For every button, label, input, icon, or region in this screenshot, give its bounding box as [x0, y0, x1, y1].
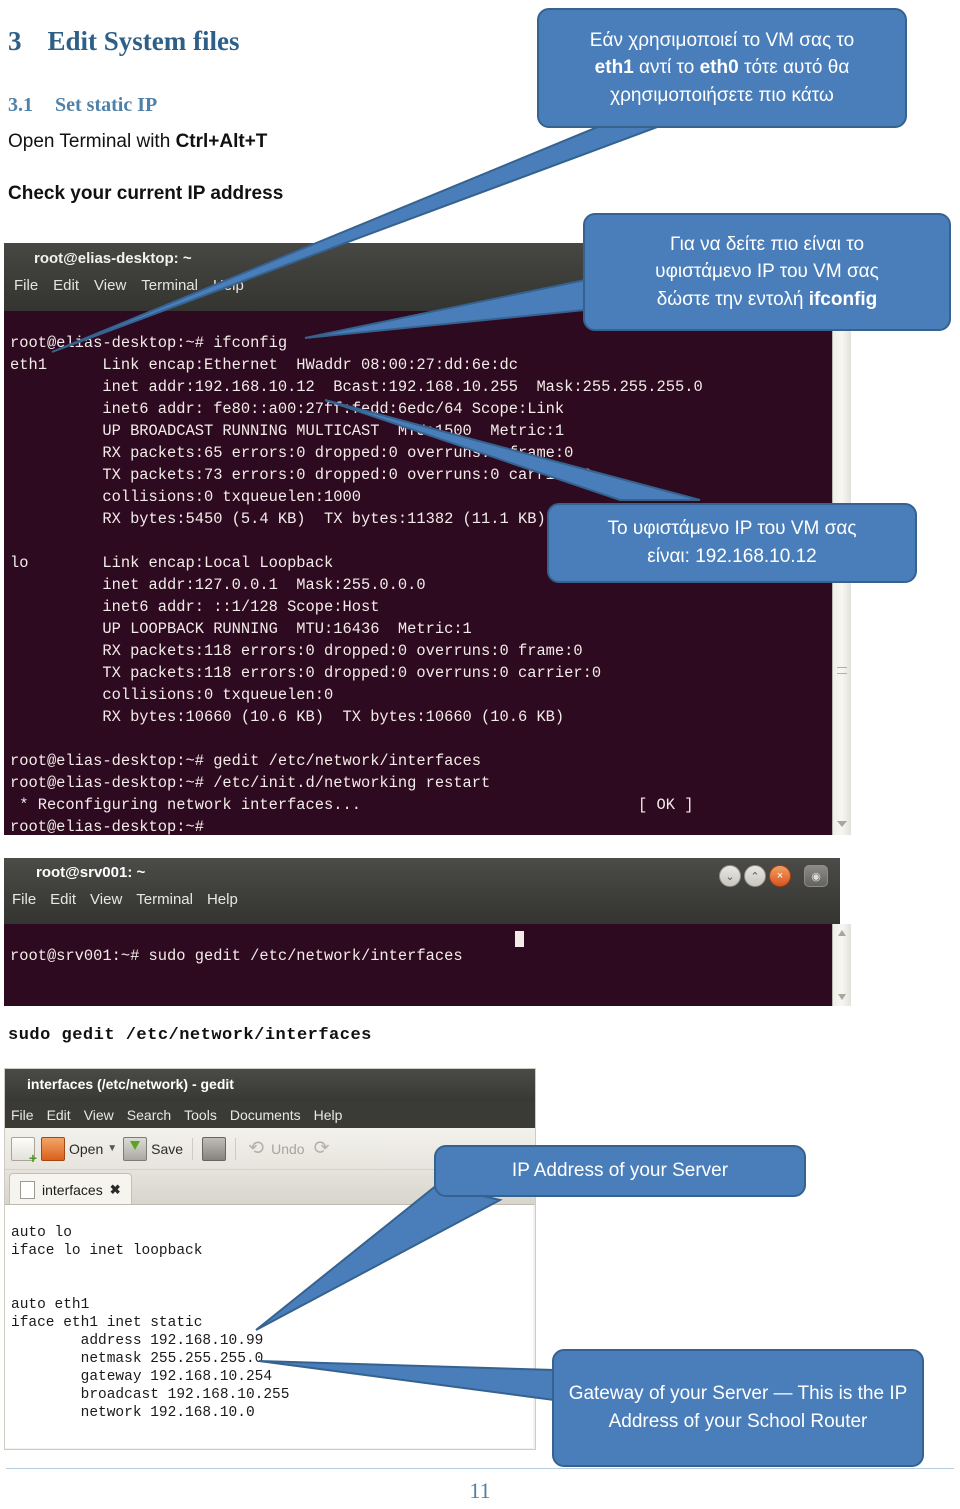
- gedit-titlebar[interactable]: interfaces (/etc/network) - gedit: [5, 1069, 535, 1101]
- terminal2-menubar[interactable]: File Edit View Terminal Help: [12, 891, 238, 908]
- callout-eth-bold1: eth1: [594, 57, 634, 79]
- callout-currentip-line2: είναι: 192.168.10.12: [647, 546, 817, 567]
- terminal1-menubar[interactable]: File Edit View Terminal Help: [14, 277, 244, 294]
- new-document-icon: [11, 1136, 37, 1165]
- open-terminal-paragraph: Open Terminal with Ctrl+Alt+T: [8, 131, 267, 153]
- close-icon[interactable]: ✖: [110, 1182, 121, 1198]
- menu-help[interactable]: Help: [314, 1107, 343, 1123]
- menu-icon[interactable]: ◉: [804, 865, 828, 887]
- subsection-number: 3.1: [8, 94, 33, 116]
- printer-icon: [202, 1136, 227, 1161]
- section-heading: 3 Edit System files: [8, 26, 240, 57]
- terminal1-output-text: root@elias-desktop:~# ifconfig eth1 Link…: [10, 334, 703, 835]
- menu-file[interactable]: File: [14, 277, 38, 294]
- document-icon: [20, 1180, 35, 1199]
- save-disk-icon: [123, 1136, 148, 1161]
- new-document-button[interactable]: [11, 1136, 37, 1165]
- open-button-label: Open: [69, 1140, 104, 1157]
- gedit-title: interfaces (/etc/network) - gedit: [27, 1076, 234, 1092]
- open-terminal-text: Open Terminal with: [8, 131, 176, 152]
- callout-ifconfig-line1: Για να δείτε πιο είναι το: [669, 233, 865, 255]
- print-button[interactable]: [202, 1136, 227, 1161]
- chevron-down-icon[interactable]: [838, 994, 846, 1000]
- menu-view[interactable]: View: [84, 1107, 114, 1123]
- terminal1-title: root@elias-desktop: ~: [34, 250, 192, 267]
- callout-eth-line3: χρησιμοποιήσετε πιο κάτω: [610, 84, 834, 106]
- subsection-title: Set static IP: [55, 94, 158, 116]
- folder-open-icon: [41, 1136, 65, 1161]
- redo-arrow-icon: ⟳: [313, 1137, 330, 1159]
- terminal2-output-text: root@srv001:~# sudo gedit /etc/network/i…: [10, 947, 472, 966]
- callout-ifconfig-command: ifconfig: [808, 288, 878, 310]
- menu-edit[interactable]: Edit: [53, 277, 79, 294]
- section-title: Edit System files: [47, 26, 240, 56]
- callout-eth-bold2: eth0: [699, 57, 739, 79]
- terminal2-cursor: [515, 931, 524, 947]
- toolbar-divider: [192, 1137, 194, 1160]
- callout-current-ip-note: Το υφιστάμενο IP του VM σας είναι: 192.1…: [547, 503, 917, 583]
- chevron-down-icon[interactable]: ▼: [107, 1143, 117, 1154]
- tab-label: interfaces: [42, 1181, 103, 1198]
- terminal2-scrollbar[interactable]: [832, 924, 851, 1006]
- menu-edit[interactable]: Edit: [50, 891, 76, 908]
- callout-currentip-line1: Το υφιστάμενο IP του VM σας: [607, 518, 857, 540]
- chevron-down-icon[interactable]: [837, 821, 847, 827]
- section-number: 3: [8, 26, 22, 56]
- save-button-label: Save: [151, 1140, 184, 1157]
- callout-ifconfig-line3: δώστε την εντολή: [656, 288, 809, 310]
- gedit-command-line: sudo gedit /etc/network/interfaces: [8, 1026, 372, 1045]
- toolbar-divider: [235, 1137, 237, 1160]
- save-button[interactable]: Save: [123, 1136, 184, 1161]
- callout-eth-line1: Εάν χρησιμοποιεί το VM σας το: [589, 29, 855, 51]
- redo-button[interactable]: ⟳: [311, 1138, 333, 1160]
- callout-ifconfig-line2: υφιστάμενο IP του VM σας: [655, 261, 879, 283]
- menu-help[interactable]: Help: [207, 891, 238, 908]
- keyboard-shortcut: Ctrl+Alt+T: [175, 131, 268, 152]
- page-number: 11: [469, 1478, 491, 1503]
- menu-help[interactable]: Help: [213, 277, 244, 294]
- undo-arrow-icon: ⟲: [248, 1137, 265, 1159]
- terminal-window-srv001[interactable]: root@srv001: ~ File Edit View Terminal H…: [4, 858, 851, 1006]
- menu-tools[interactable]: Tools: [184, 1107, 217, 1123]
- subsection-heading: 3.1 Set static IP: [8, 94, 157, 117]
- minimize-icon[interactable]: ⌄: [719, 865, 741, 887]
- terminal2-titlebar[interactable]: root@srv001: ~ File Edit View Terminal H…: [4, 858, 840, 924]
- terminal1-titlebar[interactable]: root@elias-desktop: ~ File Edit View Ter…: [4, 243, 582, 311]
- tab-interfaces[interactable]: interfaces ✖: [9, 1173, 132, 1205]
- window-controls[interactable]: ⌄ ⌃ × ◉: [719, 865, 828, 887]
- callout-server-ip-note: IP Address of your Server: [434, 1145, 806, 1197]
- footer-divider: [6, 1468, 954, 1469]
- menu-file[interactable]: File: [11, 1107, 34, 1123]
- open-button[interactable]: Open ▼: [41, 1136, 117, 1161]
- gedit-editor-area[interactable]: auto lo iface lo inet loopback auto eth1…: [5, 1204, 533, 1448]
- menu-edit[interactable]: Edit: [47, 1107, 71, 1123]
- callout-eth-mid: αντί το: [633, 57, 700, 79]
- undo-button[interactable]: ⟲ Undo: [245, 1138, 304, 1160]
- callout-eth-note: Εάν χρησιμοποιεί το VM σας το eth1 αντί …: [537, 8, 907, 128]
- scrollbar-grip: [837, 667, 847, 674]
- gedit-window[interactable]: interfaces (/etc/network) - gedit File E…: [4, 1068, 536, 1450]
- callout-eth-line2post: τότε αυτό θα: [738, 57, 850, 79]
- callout-gateway-note: Gateway of your Server — This is the IP …: [552, 1349, 924, 1467]
- gedit-file-content: auto lo iface lo inet loopback auto eth1…: [11, 1224, 290, 1421]
- menu-view[interactable]: View: [90, 891, 122, 908]
- terminal2-output-area[interactable]: root@srv001:~# sudo gedit /etc/network/i…: [4, 924, 832, 1006]
- menu-terminal[interactable]: Terminal: [141, 277, 198, 294]
- menu-terminal[interactable]: Terminal: [136, 891, 193, 908]
- undo-button-label: Undo: [271, 1140, 305, 1157]
- terminal2-title: root@srv001: ~: [36, 864, 146, 881]
- menu-documents[interactable]: Documents: [230, 1107, 301, 1123]
- maximize-icon[interactable]: ⌃: [744, 865, 766, 887]
- menu-view[interactable]: View: [94, 277, 126, 294]
- menu-file[interactable]: File: [12, 891, 36, 908]
- gedit-menubar[interactable]: File Edit View Search Tools Documents He…: [5, 1101, 535, 1128]
- chevron-up-icon[interactable]: [838, 930, 846, 936]
- menu-search[interactable]: Search: [127, 1107, 171, 1123]
- callout-ifconfig-note: Για να δείτε πιο είναι το υφιστάμενο IP …: [583, 213, 951, 331]
- close-icon[interactable]: ×: [769, 865, 791, 887]
- check-ip-heading: Check your current IP address: [8, 183, 284, 204]
